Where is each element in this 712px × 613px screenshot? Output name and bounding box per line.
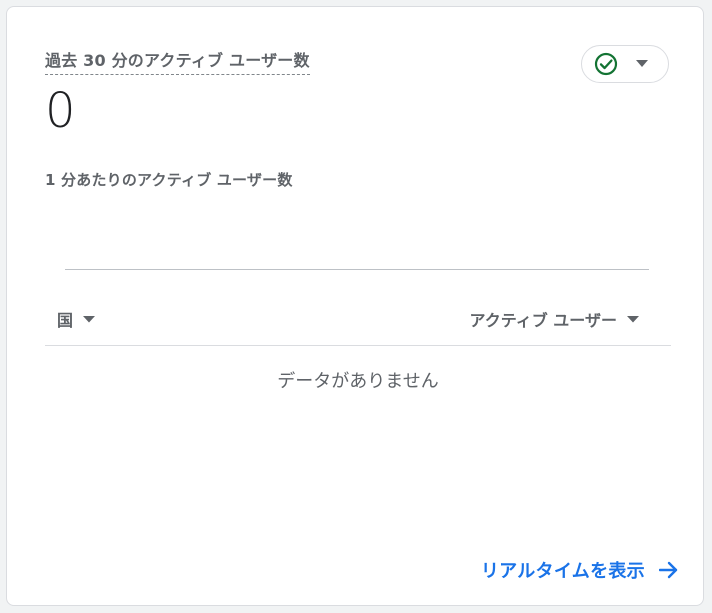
status-dropdown-button[interactable] <box>581 45 669 83</box>
empty-chart-baseline <box>65 269 649 270</box>
column-header-country[interactable]: 国 <box>57 307 96 331</box>
table-header: 国 アクティブ ユーザー <box>45 297 671 346</box>
view-realtime-link[interactable]: リアルタイムを表示 <box>481 557 679 583</box>
view-realtime-link-label: リアルタイムを表示 <box>480 561 645 582</box>
caret-down-icon <box>627 315 639 322</box>
metric-title[interactable]: 過去 30 分のアクティブ ユーザー数 <box>45 47 310 75</box>
column-header-label: アクティブ ユーザー <box>469 311 618 330</box>
realtime-card: 過去 30 分のアクティブ ユーザー数 0 1 分あたりのアクティブ ユーザー数… <box>6 6 704 606</box>
check-circle-icon <box>594 52 618 76</box>
column-header-active-users[interactable]: アクティブ ユーザー <box>469 307 639 331</box>
caret-down-icon <box>636 60 648 67</box>
arrow-forward-icon <box>659 561 678 579</box>
metric-value: 0 <box>45 83 76 139</box>
column-header-label: 国 <box>57 311 74 330</box>
empty-state-message: データがありません <box>277 371 439 392</box>
caret-down-icon <box>83 315 96 322</box>
chart-subtitle: 1 分あたりのアクティブ ユーザー数 <box>45 171 293 189</box>
